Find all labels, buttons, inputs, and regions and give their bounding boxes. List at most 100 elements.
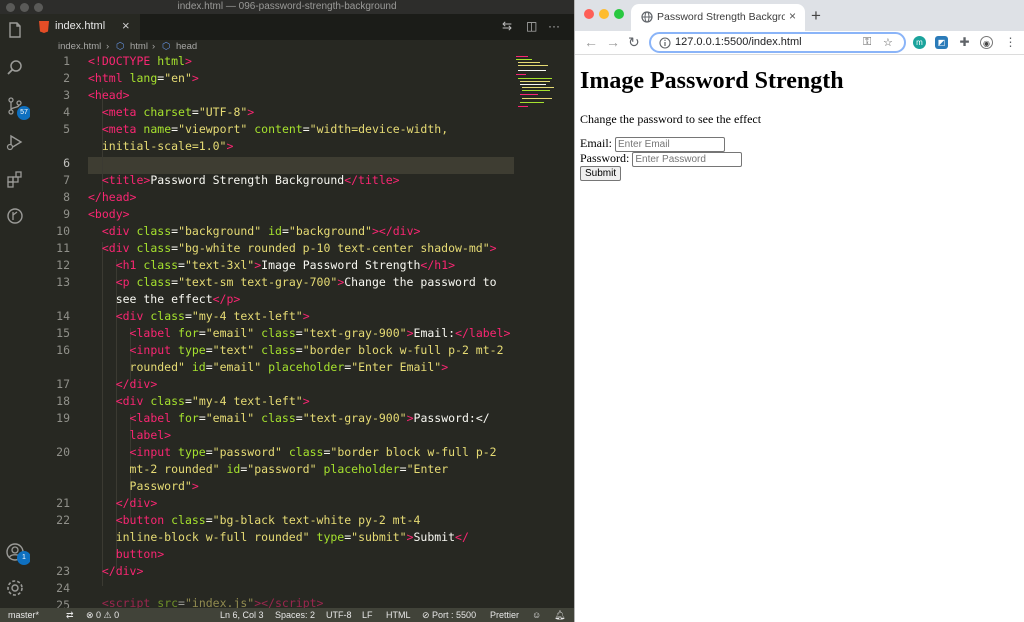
breadcrumb-head[interactable]: head: [176, 41, 197, 52]
line-number-gutter: 1 2 3 4 5 6 7 8 9 10 11 12 13 14 15 16 17 18 19 20 21 22 23 24 2…: [30, 54, 74, 608]
code-line: </head>: [88, 190, 137, 204]
password-label: Password:: [580, 151, 630, 165]
more-actions-icon[interactable]: ···: [548, 19, 560, 33]
code-line: <div class="my-4 text-left">: [115, 309, 310, 323]
code-line: <script src="index.js"></script>: [101, 596, 324, 608]
back-icon[interactable]: ←: [584, 34, 598, 50]
minimize-window-button[interactable]: [599, 9, 609, 19]
code-line: <!DOCTYPE html>: [88, 54, 192, 68]
activity-bar: 57 1: [0, 14, 31, 608]
language-status[interactable]: HTML: [386, 610, 411, 620]
status-bar: master* ⇄ ⊗ 0 ⚠ 0 Ln 6, Col 3 Spaces: 2 …: [0, 608, 574, 622]
tab-close-icon[interactable]: ×: [789, 9, 796, 23]
open-changes-icon[interactable]: ⇆: [502, 19, 512, 33]
menu-kebab-icon[interactable]: ⋮: [1004, 36, 1017, 49]
bookmark-star-icon[interactable]: ☆: [883, 36, 893, 49]
account-badge: 1: [17, 551, 31, 565]
editor-tab-bar: index.html × ⇆ ◫ ···: [30, 14, 574, 40]
line-number: 22: [56, 513, 70, 527]
submit-button[interactable]: Submit: [580, 166, 622, 181]
code-line: <div class="my-4 text-left">: [115, 394, 310, 408]
split-editor-icon[interactable]: ◫: [526, 19, 537, 33]
html5-icon: [39, 21, 49, 33]
extension-m-icon[interactable]: m: [913, 36, 926, 49]
breadcrumb: index.html › ⬡ html › ⬡ head: [30, 40, 574, 54]
code-line: <input type="password" class="border blo…: [129, 445, 497, 459]
eol-status[interactable]: LF: [362, 610, 373, 620]
encoding-status[interactable]: UTF-8: [326, 610, 352, 620]
code-line: </div>: [115, 377, 158, 391]
git-branch-status[interactable]: master*: [8, 610, 39, 620]
forward-icon[interactable]: →: [606, 34, 620, 50]
line-number: 1: [63, 54, 70, 68]
globe-icon: [641, 11, 653, 23]
live-server-port-status[interactable]: ⊘ Port : 5500: [422, 610, 476, 621]
notifications-bell-icon[interactable]: 🔔︎: [554, 610, 565, 621]
line-number: 13: [56, 275, 70, 289]
cursor-position-status[interactable]: Ln 6, Col 3: [220, 610, 264, 620]
line-number: 24: [56, 581, 70, 595]
indentation-status[interactable]: Spaces: 2: [275, 610, 315, 620]
window-title: index.html — 096-password-strength-backg…: [177, 1, 397, 12]
tab-label: index.html: [55, 20, 106, 32]
breadcrumb-file[interactable]: index.html: [58, 41, 101, 52]
problems-status[interactable]: ⊗ 0 ⚠ 0: [86, 610, 119, 621]
code-line: <p class="text-sm text-gray-700">Change …: [115, 275, 497, 289]
line-number: 23: [56, 564, 70, 578]
web-page: Image Password Strength Change the passw…: [575, 56, 1024, 622]
code-line: <body>: [88, 207, 130, 221]
zoom-window-button[interactable]: [614, 9, 624, 19]
explorer-icon[interactable]: [5, 20, 25, 40]
sync-icon[interactable]: ⇄: [66, 610, 74, 621]
line-number: 19: [56, 411, 70, 425]
gitlens-icon[interactable]: [5, 206, 25, 226]
browser-tab[interactable]: Password Strength Background ×: [631, 4, 805, 31]
code-editor[interactable]: 1 2 3 4 5 6 7 8 9 10 11 12 13 14 15 16 17 18 19 20 21 22 23 24 2…: [30, 54, 574, 608]
line-number: 4: [63, 105, 70, 119]
minimap[interactable]: [516, 54, 566, 114]
prettier-status[interactable]: Prettier: [490, 610, 519, 620]
code-line: label>: [129, 428, 172, 442]
tab-close-icon[interactable]: ×: [122, 18, 130, 33]
address-bar[interactable]: 127.0.0.1:5500/index.html ⚿ ☆: [649, 32, 906, 53]
email-input[interactable]: [615, 136, 725, 152]
line-number: 14: [56, 309, 70, 323]
line-number: 2: [63, 71, 70, 85]
search-icon[interactable]: [5, 58, 25, 78]
profile-avatar-icon[interactable]: ◉: [980, 36, 993, 49]
extensions-icon[interactable]: [5, 169, 25, 189]
close-window-button[interactable]: [584, 9, 594, 19]
line-number: 9: [63, 207, 70, 221]
code-line: see the effect</p>: [88, 292, 241, 306]
line-number: 3: [63, 88, 70, 102]
code-line: <button class="bg-black text-white py-2 …: [115, 513, 421, 527]
code-line: <title>Password Strength Background</tit…: [101, 173, 400, 187]
breadcrumb-html[interactable]: html: [130, 41, 148, 52]
browser-tab-title: Password Strength Background: [657, 11, 785, 23]
line-number: 6: [63, 156, 70, 170]
info-icon[interactable]: [659, 37, 671, 49]
feedback-icon[interactable]: ☺: [532, 610, 541, 620]
key-icon[interactable]: ⚿: [863, 36, 871, 49]
code-line: <div class="background" id="background">…: [101, 224, 421, 238]
line-number: 12: [56, 258, 70, 272]
tab-index-html[interactable]: index.html ×: [30, 14, 140, 40]
code-line: mt-2 rounded" id="password" placeholder=…: [129, 462, 449, 476]
code-line: button>: [115, 547, 165, 561]
run-debug-icon[interactable]: [5, 132, 25, 152]
code-line: <div class="bg-white rounded p-10 text-c…: [101, 241, 497, 255]
line-number: 17: [56, 377, 70, 391]
settings-gear-icon[interactable]: [5, 578, 25, 598]
source-control-icon[interactable]: 57: [5, 96, 31, 120]
code-line: <input type="text" class="border block w…: [129, 343, 504, 357]
extensions-puzzle-icon[interactable]: ✚: [958, 36, 971, 49]
line-number: 10: [56, 224, 70, 238]
password-input[interactable]: [632, 151, 743, 167]
new-tab-button[interactable]: +: [811, 6, 821, 26]
reload-icon[interactable]: ↻: [628, 34, 640, 51]
email-row: Email:: [580, 136, 725, 152]
account-icon[interactable]: 1: [5, 542, 31, 565]
code-line: <label for="email" class="text-gray-900"…: [129, 411, 490, 425]
extension-screenshot-icon[interactable]: ◩: [935, 36, 948, 49]
code-line: rounded" id="email" placeholder="Enter E…: [129, 360, 449, 374]
